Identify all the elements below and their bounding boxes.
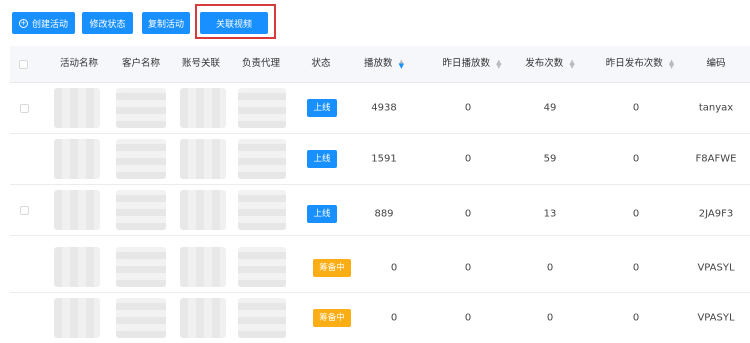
publish-count-cell: 59 (543, 153, 557, 165)
header-activity-name[interactable]: 活动名称 (60, 46, 98, 82)
row-checkbox[interactable] (20, 104, 29, 113)
yesterday-plays-cell: 0 (464, 153, 472, 165)
table-row[interactable]: 上线 1591 0 59 0 F8AFWE (10, 134, 750, 185)
status-badge: 上线 (307, 205, 337, 223)
redacted-customer-name (116, 139, 166, 179)
toolbar: + 创建活动 修改状态 复制活动 关联视频 (0, 0, 750, 44)
create-activity-label: 创建活动 (31, 19, 68, 30)
code-cell: 2JA9F3 (698, 208, 734, 220)
code-cell: VPASYL (697, 312, 735, 324)
header-yesterday-publish-label: 昨日发布次数 (605, 58, 663, 69)
code-cell: tanyax (698, 102, 734, 114)
status-badge: 筹备中 (313, 259, 351, 277)
yesterday-publish-cell: 0 (632, 208, 640, 220)
header-publish-count[interactable]: 发布次数 ▲ ▼ (525, 46, 574, 82)
yesterday-publish-cell: 0 (632, 153, 640, 165)
copy-activity-button[interactable]: 复制活动 (142, 12, 190, 34)
header-yesterday-plays[interactable]: 昨日播放数 ▲ ▼ (443, 46, 502, 82)
redacted-activity-name (54, 298, 100, 338)
code-cell: F8AFWE (695, 153, 737, 165)
yesterday-plays-cell: 0 (464, 208, 472, 220)
redacted-account-link (180, 247, 226, 287)
redacted-activity-name (54, 139, 100, 179)
sort-desc-icon[interactable]: ▲ ▼ (399, 58, 404, 69)
yesterday-plays-cell: 0 (464, 312, 472, 324)
header-agent[interactable]: 负责代理 (242, 46, 280, 82)
plays-cell: 4938 (371, 102, 397, 114)
header-plays-label: 播放数 (364, 58, 393, 69)
yesterday-plays-cell: 0 (464, 102, 472, 114)
sort-icon[interactable]: ▲ ▼ (669, 58, 674, 69)
redacted-agent (238, 190, 286, 230)
redacted-account-link (180, 88, 226, 128)
code-cell: VPASYL (697, 262, 735, 274)
status-badge: 上线 (307, 150, 337, 168)
redacted-activity-name (54, 88, 100, 128)
sort-icon[interactable]: ▲ ▼ (569, 58, 574, 69)
redacted-account-link (180, 298, 226, 338)
select-all-checkbox[interactable] (19, 60, 28, 69)
publish-count-cell: 0 (546, 312, 554, 324)
publish-count-cell: 49 (543, 102, 557, 114)
header-plays[interactable]: 播放数 ▲ ▼ (364, 46, 404, 82)
link-video-button[interactable]: 关联视频 (200, 12, 268, 34)
table-row[interactable]: 筹备中 0 0 0 0 VPASYL (10, 293, 750, 343)
plays-cell: 1591 (371, 153, 397, 165)
yesterday-publish-cell: 0 (632, 102, 640, 114)
status-badge: 上线 (307, 99, 337, 117)
publish-count-cell: 0 (546, 262, 554, 274)
sort-icon[interactable]: ▲ ▼ (496, 58, 501, 69)
plays-cell: 0 (390, 312, 398, 324)
modify-status-button[interactable]: 修改状态 (82, 12, 133, 34)
copy-activity-label: 复制活动 (147, 19, 184, 30)
redacted-agent (238, 139, 286, 179)
modify-status-label: 修改状态 (89, 19, 126, 30)
header-code[interactable]: 编码 (706, 46, 725, 82)
create-activity-button[interactable]: + 创建活动 (12, 12, 75, 34)
redacted-account-link (180, 139, 226, 179)
table-row[interactable]: 上线 4938 0 49 0 tanyax (10, 83, 750, 134)
plays-cell: 0 (390, 262, 398, 274)
plays-cell: 889 (374, 208, 394, 220)
redacted-activity-name (54, 247, 100, 287)
header-account-link[interactable]: 账号关联 (182, 46, 220, 82)
yesterday-publish-cell: 0 (632, 262, 640, 274)
redacted-customer-name (116, 190, 166, 230)
header-customer-name[interactable]: 客户名称 (122, 46, 160, 82)
header-status[interactable]: 状态 (311, 46, 330, 82)
redacted-agent (238, 298, 286, 338)
plus-circle-icon: + (18, 18, 28, 28)
yesterday-plays-cell: 0 (464, 262, 472, 274)
redacted-customer-name (116, 247, 166, 287)
table-row[interactable]: 上线 889 0 13 0 2JA9F3 (10, 185, 750, 236)
publish-count-cell: 13 (543, 208, 557, 220)
table-row[interactable]: 筹备中 0 0 0 0 VPASYL (10, 242, 750, 293)
redacted-agent (238, 88, 286, 128)
status-badge: 筹备中 (313, 309, 351, 327)
redacted-customer-name (116, 88, 166, 128)
redacted-account-link (180, 190, 226, 230)
header-publish-count-label: 发布次数 (525, 58, 564, 69)
redacted-activity-name (54, 190, 100, 230)
redacted-customer-name (116, 298, 166, 338)
redacted-agent (238, 247, 286, 287)
link-video-label: 关联视频 (215, 19, 252, 30)
row-checkbox[interactable] (20, 206, 29, 215)
table-header: 活动名称 客户名称 账号关联 负责代理 状态 播放数 ▲ ▼ 昨日播放数 ▲ ▼ 发… (10, 46, 750, 83)
yesterday-publish-cell: 0 (632, 312, 640, 324)
header-yesterday-plays-label: 昨日播放数 (442, 58, 491, 69)
header-yesterday-publish[interactable]: 昨日发布次数 ▲ ▼ (606, 46, 674, 82)
